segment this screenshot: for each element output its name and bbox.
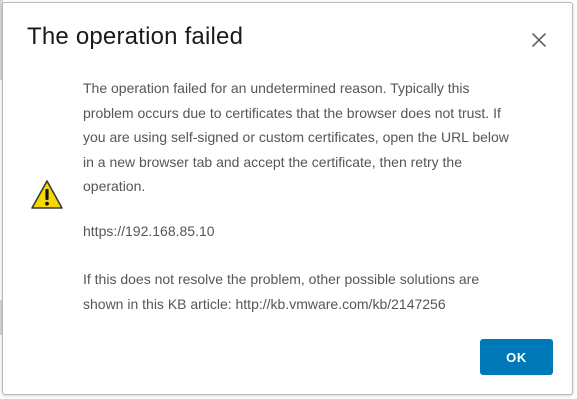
dialog-title: The operation failed — [27, 23, 244, 50]
error-dialog: The operation failed The operation faile… — [2, 2, 573, 395]
close-icon — [532, 33, 546, 47]
close-button[interactable] — [528, 29, 550, 51]
warning-icon — [31, 180, 63, 209]
error-message: The operation failed for an undetermined… — [83, 80, 509, 194]
ok-button[interactable]: OK — [480, 339, 553, 375]
certificate-url: https://192.168.85.10 — [83, 223, 215, 239]
kb-article-text: If this does not resolve the problem, ot… — [83, 271, 480, 312]
